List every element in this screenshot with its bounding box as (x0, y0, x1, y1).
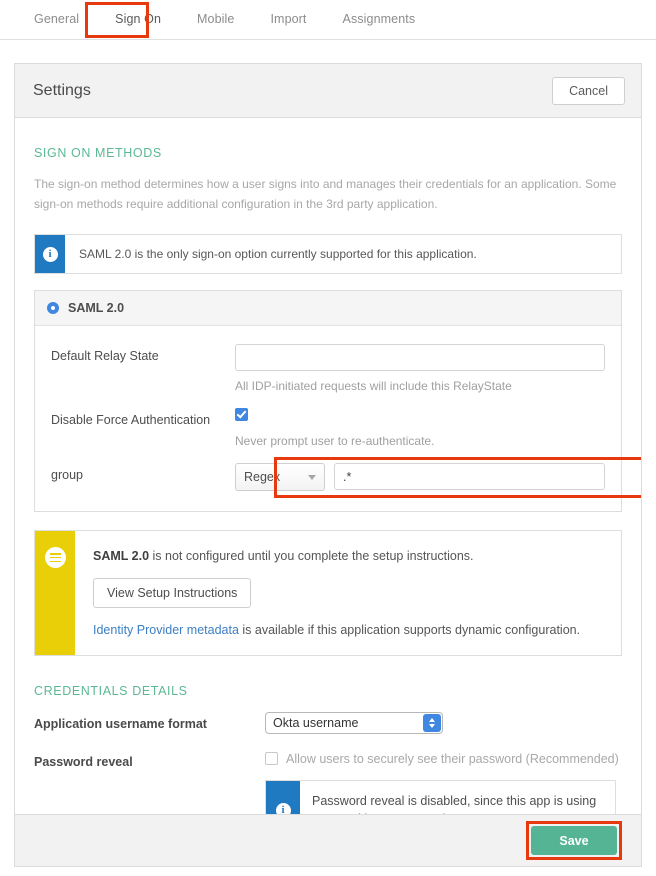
saml-support-info-banner: i SAML 2.0 is the only sign-on option cu… (34, 234, 622, 274)
tab-mobile[interactable]: Mobile (179, 0, 252, 39)
page-title: Settings (33, 82, 91, 100)
chevron-down-icon (429, 724, 435, 728)
saml-radio-button[interactable] (47, 302, 59, 314)
settings-panel-body: SIGN ON METHODS The sign-on method deter… (15, 146, 641, 840)
list-icon (45, 547, 66, 568)
group-attribute-controls-wrapper: Regex (235, 463, 605, 491)
stepper-arrows-icon[interactable] (423, 714, 441, 732)
info-icon: i (43, 247, 58, 262)
saml-method-label: SAML 2.0 (68, 301, 124, 315)
application-username-format-select[interactable]: Okta username (265, 712, 443, 734)
settings-panel-footer: Save (15, 814, 641, 866)
default-relay-state-row: Default Relay State All IDP-initiated re… (35, 344, 621, 394)
tab-assignments[interactable]: Assignments (325, 0, 434, 39)
cancel-button[interactable]: Cancel (552, 77, 625, 105)
chevron-up-icon (429, 718, 435, 722)
idp-metadata-tail: is available if this application support… (239, 623, 580, 637)
password-reveal-checkbox-label: Allow users to securely see their passwo… (286, 752, 619, 766)
disable-force-auth-checkbox[interactable] (235, 408, 248, 421)
default-relay-state-input[interactable] (235, 344, 605, 371)
group-match-type-value: Regex (244, 470, 280, 484)
password-reveal-checkbox-line: Allow users to securely see their passwo… (265, 750, 619, 768)
application-username-format-value: Okta username (273, 716, 358, 730)
application-username-format-label: Application username format (34, 712, 265, 731)
warning-accent-bar (35, 531, 75, 655)
group-attribute-control: Regex (235, 463, 605, 491)
password-reveal-label: Password reveal (34, 750, 265, 769)
sign-on-methods-description: The sign-on method determines how a user… (34, 174, 622, 214)
app-tab-bar: General Sign On Mobile Import Assignment… (0, 0, 656, 40)
warning-message-strong: SAML 2.0 (93, 549, 149, 563)
saml-method-body: Default Relay State All IDP-initiated re… (35, 326, 621, 511)
group-filter-value-input[interactable] (334, 463, 605, 490)
tab-import[interactable]: Import (252, 0, 324, 39)
default-relay-state-label: Default Relay State (51, 344, 235, 394)
group-attribute-label: group (51, 463, 235, 491)
identity-provider-metadata-link[interactable]: Identity Provider metadata (93, 623, 239, 637)
warning-message: SAML 2.0 is not configured until you com… (93, 547, 580, 565)
group-attribute-row: group Regex (35, 463, 621, 491)
info-banner-accent-bar: i (35, 235, 65, 273)
sign-on-methods-heading: SIGN ON METHODS (34, 146, 622, 160)
info-banner-text: SAML 2.0 is the only sign-on option curr… (65, 235, 491, 273)
disable-force-auth-label: Disable Force Authentication (51, 408, 235, 449)
tab-sign-on[interactable]: Sign On (97, 0, 179, 39)
disable-force-auth-help: Never prompt user to re-authenticate. (235, 433, 605, 449)
default-relay-state-help: All IDP-initiated requests will include … (235, 378, 605, 394)
settings-panel: Settings Cancel SIGN ON METHODS The sign… (14, 63, 642, 867)
chevron-down-icon (308, 475, 316, 480)
default-relay-state-control: All IDP-initiated requests will include … (235, 344, 605, 394)
saml-method-card: SAML 2.0 Default Relay State All IDP-ini… (34, 290, 622, 512)
credentials-details-heading: CREDENTIALS DETAILS (34, 684, 622, 698)
saml-method-header[interactable]: SAML 2.0 (35, 291, 621, 326)
tab-list: General Sign On Mobile Import Assignment… (0, 0, 656, 39)
warning-card-body: SAML 2.0 is not configured until you com… (75, 531, 598, 655)
view-setup-instructions-button[interactable]: View Setup Instructions (93, 578, 251, 608)
password-reveal-checkbox (265, 752, 278, 765)
application-username-format-row: Application username format Okta usernam… (34, 712, 622, 734)
group-match-type-select[interactable]: Regex (235, 463, 325, 491)
idp-metadata-line: Identity Provider metadata is available … (93, 623, 580, 637)
saml-setup-warning-card: SAML 2.0 is not configured until you com… (34, 530, 622, 656)
save-button[interactable]: Save (531, 826, 617, 855)
disable-force-auth-control: Never prompt user to re-authenticate. (235, 408, 605, 449)
tab-general[interactable]: General (16, 0, 97, 39)
warning-message-text: is not configured until you complete the… (149, 549, 474, 563)
disable-force-auth-row: Disable Force Authentication Never promp… (35, 408, 621, 449)
settings-panel-header: Settings Cancel (15, 64, 641, 118)
